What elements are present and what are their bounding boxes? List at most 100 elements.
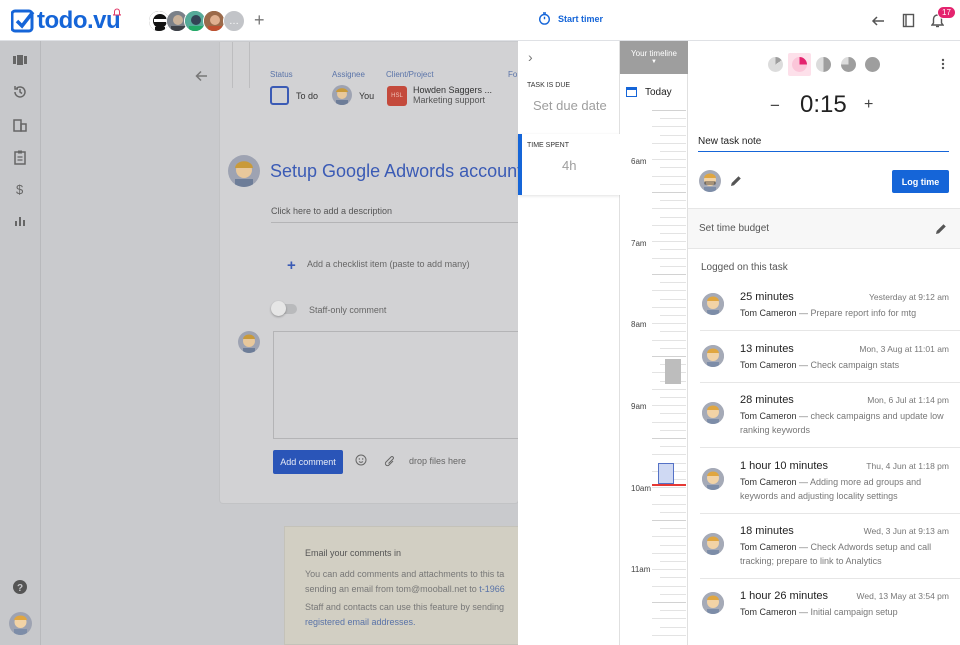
entry-user: Tom Cameron [740,360,797,370]
reports-chart-icon[interactable] [12,213,28,229]
entry-description: Tom Cameron — Adding more ad groups and … [740,477,922,501]
staff-only-toggle-knob[interactable] [271,301,286,316]
add-comment-button[interactable]: Add comment [273,450,343,474]
timeline-tick [652,241,686,242]
timeline-tick [652,618,686,619]
emoji-icon[interactable] [355,454,367,466]
timeline-tick [652,110,686,111]
preset-60min-icon[interactable] [865,57,880,72]
timeline-tick [660,233,686,234]
timeline-tick [660,135,686,136]
logo-text: todo.vu [37,7,121,34]
log-time-button[interactable]: Log time [892,170,949,193]
timeline-tick [652,553,686,554]
entry-timestamp: Wed, 13 May at 3:54 pm [856,591,949,601]
assignee-avatar[interactable] [332,85,352,105]
task-email-link[interactable]: t-1966 [479,584,505,594]
timeline-panel [620,41,688,645]
timeline-tick [652,192,686,193]
add-checklist-label[interactable]: Add a checklist item (paste to add many) [307,259,470,269]
more-options-icon[interactable] [941,58,945,70]
preset-45min-icon[interactable] [841,57,856,72]
back-arrow-icon[interactable] [195,70,208,82]
timeline-header-label: Your timeline [631,49,677,58]
timeline-header[interactable]: Your timeline ▼ [620,41,688,74]
entry-user: Tom Cameron [740,411,797,421]
notification-count-badge[interactable]: 17 [937,6,956,19]
add-member-button[interactable]: + [254,10,265,31]
timeline-tick [660,217,686,218]
comment-textarea[interactable] [273,331,519,439]
history-icon[interactable] [12,84,28,100]
entry-timestamp: Mon, 6 Jul at 1:14 pm [867,395,949,405]
timeline-tick [652,504,686,505]
entry-avatar [702,592,724,614]
status-checkbox[interactable] [270,86,289,105]
timeline-tick [660,348,686,349]
app-logo[interactable]: todo.vu [11,7,121,34]
timer-display[interactable]: 0:15 [800,91,847,119]
logged-time-block[interactable] [665,359,681,384]
current-timer-block[interactable] [658,463,674,484]
entry-note: Prepare report info for mtg [810,308,917,318]
status-value[interactable]: To do [296,91,318,101]
undo-icon[interactable] [871,14,885,26]
timeline-tick [660,413,686,414]
budget-edit-pencil-icon[interactable] [935,223,947,235]
today-label[interactable]: Today [645,87,672,98]
followers-label: Fo [508,70,518,79]
timeline-tick [660,397,686,398]
current-time-line [652,484,686,486]
entry-divider [700,382,960,383]
time-spent-value: 4h [562,158,577,173]
card-bookmark-tab [232,42,250,88]
avatar-member-4[interactable] [203,10,225,32]
clients-icon[interactable] [12,117,28,133]
entry-divider [700,513,960,514]
hour-label: 9am [631,402,647,411]
preset-30min-icon[interactable] [816,57,831,72]
preset-15min-icon[interactable] [792,57,807,72]
attachment-icon[interactable] [384,456,396,468]
add-checklist-plus-icon[interactable]: + [287,257,296,274]
entry-description: Tom Cameron — Check campaign stats [740,360,900,370]
timeline-tick [660,118,686,119]
help-icon[interactable]: ? [12,579,28,595]
commenter-avatar [238,331,260,353]
client-project[interactable]: Marketing support [413,95,485,105]
entry-divider [700,578,960,579]
timeline-tick [652,340,686,341]
time-spent-label: TIME SPENT [527,142,570,149]
increase-time-button[interactable]: + [864,96,873,114]
task-note-input[interactable] [698,131,949,152]
collapse-panel-icon[interactable]: › [528,49,533,65]
entry-user: Tom Cameron [740,477,797,487]
more-members-button[interactable]: … [223,10,245,32]
task-title[interactable]: Setup Google Adwords account ar [270,161,518,182]
assignee-value[interactable]: You [359,91,374,101]
description-placeholder[interactable]: Click here to add a description [271,206,392,216]
user-avatar[interactable] [9,612,32,635]
billing-dollar-icon[interactable]: $ [12,181,28,197]
entry-duration: 18 minutes [740,525,794,537]
logged-heading: Logged on this task [701,262,788,273]
registered-emails-link[interactable]: registered email addresses. [305,617,416,627]
start-timer-button[interactable]: Start timer [538,12,603,25]
entry-description: Tom Cameron — Initial campaign setup [740,607,898,617]
hour-label: 10am [631,484,652,493]
decrease-time-button[interactable]: − [770,96,780,116]
timeline-tick [660,528,686,529]
boards-icon[interactable] [12,52,28,68]
timeline-tick [652,258,686,259]
task-info-panel [518,41,620,645]
drop-files-label: drop files here [409,456,467,466]
preset-5min-icon[interactable] [768,57,783,72]
clipboard-icon[interactable] [902,13,915,28]
client-name[interactable]: Howden Saggers ... [413,85,492,95]
calendar-icon [626,86,637,97]
timeline-tick [660,200,686,201]
edit-pencil-icon[interactable] [730,175,742,187]
assignee-label: Assignee [332,70,365,79]
tasks-clipboard-icon[interactable] [12,149,28,165]
set-due-date[interactable]: Set due date [533,98,607,113]
